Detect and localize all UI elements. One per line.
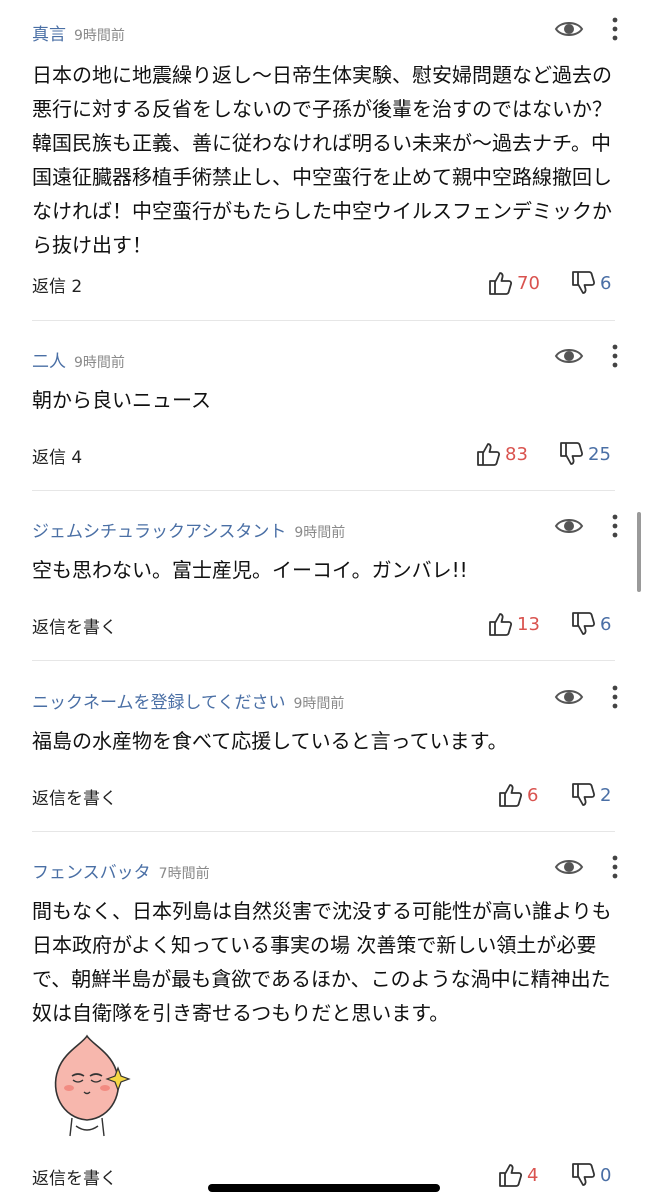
like-count: 83 <box>505 443 528 465</box>
hide-comment-eye-icon[interactable] <box>554 855 584 879</box>
like-button[interactable]: 70 <box>487 268 540 298</box>
dislike-button[interactable]: 6 <box>570 609 611 639</box>
scrollbar[interactable] <box>637 512 641 592</box>
comment-author[interactable]: 二人 <box>32 352 66 372</box>
comment-header: 真言 9時間前 <box>32 17 620 52</box>
more-options-icon[interactable] <box>610 16 620 42</box>
comment-text: 朝から良いニュース <box>32 388 211 412</box>
dislike-button[interactable]: 2 <box>570 780 611 810</box>
dislike-count: 0 <box>600 1164 612 1186</box>
comment-author[interactable]: ニックネームを登録してください <box>32 693 285 713</box>
thumbs-up-icon <box>489 272 513 295</box>
dislike-count: 6 <box>600 613 612 635</box>
like-count: 4 <box>527 1164 539 1186</box>
divider <box>32 660 615 661</box>
like-count: 13 <box>517 613 540 635</box>
comment-item: 真言 9時間前 日本の地に地震繰り返し～日帝生体実験、慰安婦問題など過去の悪行に対… <box>32 17 620 297</box>
comment-text: 日本の地に地震繰り返し～日帝生体実験、慰安婦問題など過去の悪行に対する反省をしな… <box>32 63 612 257</box>
thumbs-down-icon <box>572 271 596 294</box>
comment-footer: 返信を書く 13 6 <box>32 609 620 643</box>
comment-time: 9時間前 <box>293 696 345 712</box>
more-options-icon[interactable] <box>610 854 620 880</box>
comment-header: ジェムシチュラックアシスタント 9時間前 <box>32 514 620 549</box>
hide-comment-eye-icon[interactable] <box>554 514 584 538</box>
like-button[interactable]: 83 <box>475 439 528 469</box>
reply-button[interactable]: 返信 4 <box>32 443 82 468</box>
home-indicator[interactable] <box>208 1184 440 1192</box>
like-button[interactable]: 13 <box>487 609 540 639</box>
comment-item: ニックネームを登録してください 9時間前 福島の水産物を食べて応援していると言って… <box>32 685 620 809</box>
comment-footer: 返信 4 83 25 <box>32 439 620 473</box>
comment-item: フェンスバッタ 7時間前 間もなく、日本列島は自然災害で沈没する可能性が高い誰より… <box>32 855 620 1189</box>
comment-item: 二人 9時間前 朝から良いニュース 返信 4 83 25 <box>32 344 620 468</box>
reply-button[interactable]: 返信 2 <box>32 272 82 297</box>
thumbs-down-icon <box>572 1163 596 1186</box>
dislike-count: 2 <box>600 784 612 806</box>
reply-button[interactable]: 返信を書く <box>32 784 117 809</box>
comment-text: 空も思わない。富士産児。イーコイ。ガンバレ!! <box>32 558 468 582</box>
more-options-icon[interactable] <box>610 513 620 539</box>
thumbs-down-icon <box>560 442 584 465</box>
like-button[interactable]: 4 <box>497 1160 538 1190</box>
comment-text: 福島の水産物を食べて応援していると言っています。 <box>32 729 508 753</box>
divider <box>32 831 615 832</box>
hide-comment-eye-icon[interactable] <box>554 344 584 368</box>
thumbs-up-icon <box>489 613 513 636</box>
comment-footer: 返信を書く 6 2 <box>32 780 620 814</box>
more-options-icon[interactable] <box>610 684 620 710</box>
hide-comment-eye-icon[interactable] <box>554 685 584 709</box>
comment-time: 9時間前 <box>294 525 346 541</box>
comment-header: フェンスバッタ 7時間前 <box>32 855 620 890</box>
hide-comment-eye-icon[interactable] <box>554 17 584 41</box>
comment-author[interactable]: フェンスバッタ <box>32 863 151 883</box>
comment-author[interactable]: ジェムシチュラックアシスタント <box>32 522 286 542</box>
reply-button[interactable]: 返信を書く <box>32 613 117 638</box>
reply-button[interactable]: 返信を書く <box>32 1164 117 1189</box>
thumbs-down-icon <box>572 612 596 635</box>
like-count: 70 <box>517 272 540 294</box>
comment-footer: 返信 2 70 6 <box>32 268 620 302</box>
dislike-button[interactable]: 0 <box>570 1160 611 1190</box>
dislike-button[interactable]: 25 <box>558 439 611 469</box>
comment-author[interactable]: 真言 <box>32 25 66 45</box>
dislike-count: 6 <box>600 272 612 294</box>
thumbs-up-icon <box>477 443 501 466</box>
comment-header: 二人 9時間前 <box>32 344 620 379</box>
like-count: 6 <box>527 784 539 806</box>
dislike-button[interactable]: 6 <box>570 268 611 298</box>
comment-time: 9時間前 <box>74 28 125 44</box>
more-options-icon[interactable] <box>610 343 620 369</box>
like-button[interactable]: 6 <box>497 780 538 810</box>
dislike-count: 25 <box>588 443 611 465</box>
divider <box>32 320 615 321</box>
peach-character-sticker <box>54 1034 131 1137</box>
comment-item: ジェムシチュラックアシスタント 9時間前 空も思わない。富士産児。イーコイ。ガンバ… <box>32 514 620 638</box>
comment-time: 7時間前 <box>158 866 210 882</box>
comment-time: 9時間前 <box>74 355 125 371</box>
thumbs-down-icon <box>572 783 596 806</box>
thumbs-up-icon <box>499 1164 523 1187</box>
comment-text: 間もなく、日本列島は自然災害で沈没する可能性が高い誰よりも日本政府がよく知ってい… <box>32 899 612 1025</box>
comment-header: ニックネームを登録してください 9時間前 <box>32 685 620 720</box>
divider <box>32 490 615 491</box>
thumbs-up-icon <box>499 784 523 807</box>
